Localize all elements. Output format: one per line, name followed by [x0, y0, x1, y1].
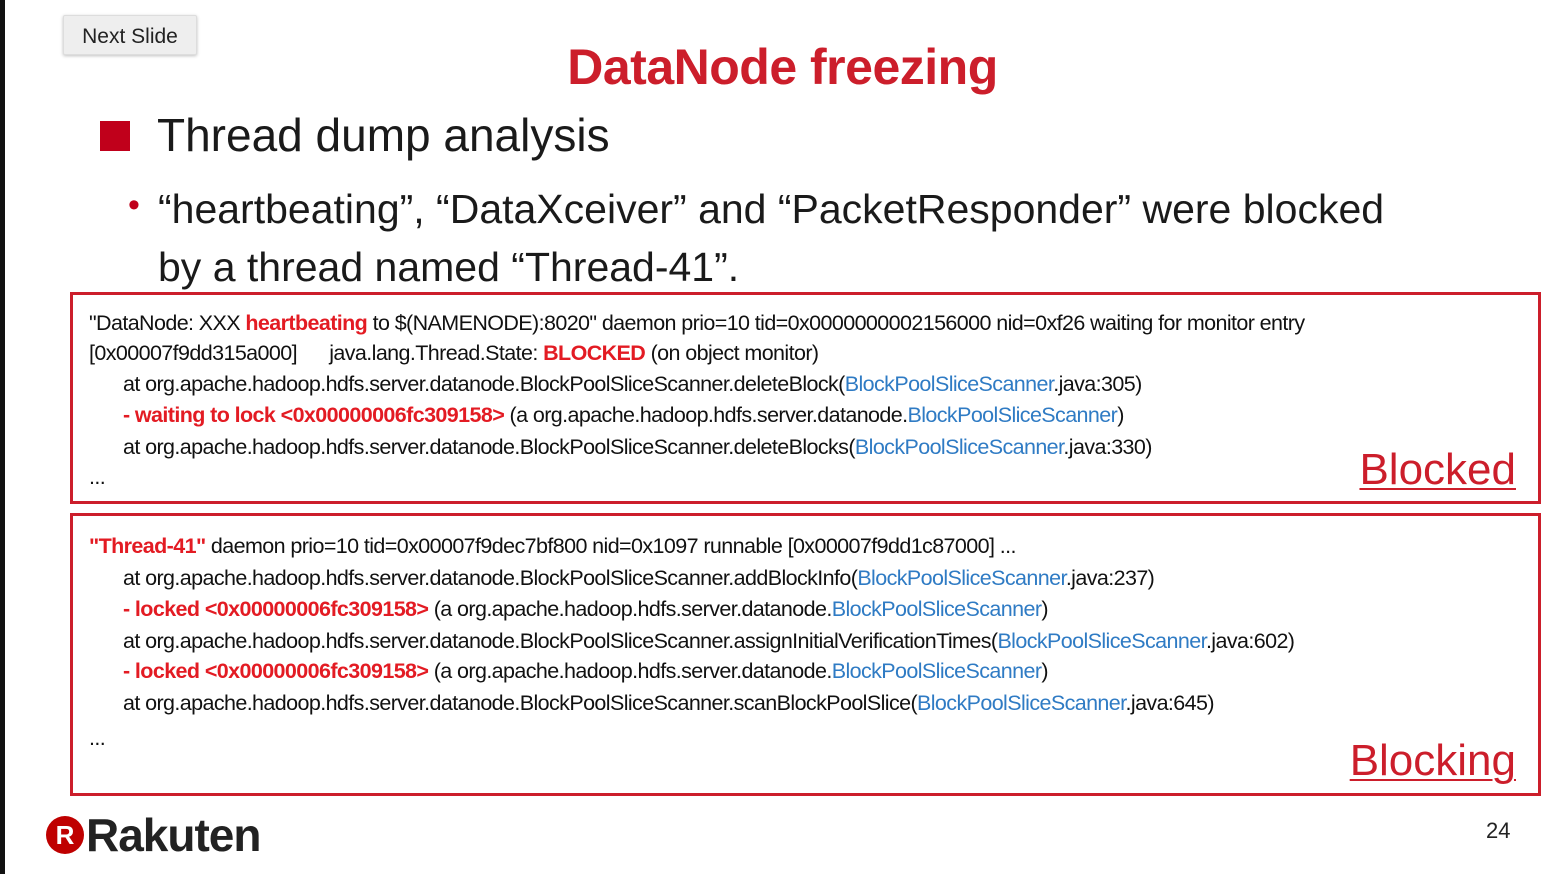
rakuten-wordmark: Rakuten: [86, 809, 261, 861]
dump-line: [0x00007f9dd315a000] java.lang.Thread.St…: [89, 341, 819, 365]
bullet-dot-icon: •: [128, 186, 140, 224]
dump-line: at org.apache.hadoop.hdfs.server.datanod…: [123, 566, 1155, 590]
window-left-edge: [0, 0, 5, 874]
dump-line: - locked <0x00000006fc309158> (a org.apa…: [123, 597, 1049, 621]
bullet-square-icon: [100, 121, 130, 151]
dump-line: at org.apache.hadoop.hdfs.server.datanod…: [123, 372, 1142, 396]
blocked-dump-box: "DataNode: XXX heartbeating to $(NAMENOD…: [70, 292, 1541, 504]
sub-bullet-text: “heartbeating”, “DataXceiver” and “Packe…: [158, 186, 1385, 290]
blocked-label: Blocked: [1359, 445, 1516, 494]
dump-line: "Thread-41" daemon prio=10 tid=0x00007f9…: [89, 534, 1016, 558]
dump-line: at org.apache.hadoop.hdfs.server.datanod…: [123, 629, 1295, 653]
dump-line: ...: [89, 726, 106, 750]
dump-line: "DataNode: XXX heartbeating to $(NAMENOD…: [89, 311, 1305, 335]
dump-line: - locked <0x00000006fc309158> (a org.apa…: [123, 659, 1049, 683]
bullet-heading: Thread dump analysis: [157, 109, 610, 161]
dump-line: - waiting to lock <0x00000006fc309158> (…: [123, 403, 1124, 427]
page-number: 24: [1486, 818, 1511, 843]
blocking-dump-box: "Thread-41" daemon prio=10 tid=0x00007f9…: [70, 513, 1541, 796]
dump-line: at org.apache.hadoop.hdfs.server.datanod…: [123, 691, 1215, 715]
dump-line: ...: [89, 465, 106, 489]
rakuten-r-icon: R: [46, 816, 84, 854]
rakuten-logo: R Rakuten: [46, 809, 261, 861]
blocking-label: Blocking: [1349, 736, 1516, 785]
dump-line: at org.apache.hadoop.hdfs.server.datanod…: [123, 435, 1152, 459]
slide-title: DataNode freezing: [567, 39, 998, 95]
